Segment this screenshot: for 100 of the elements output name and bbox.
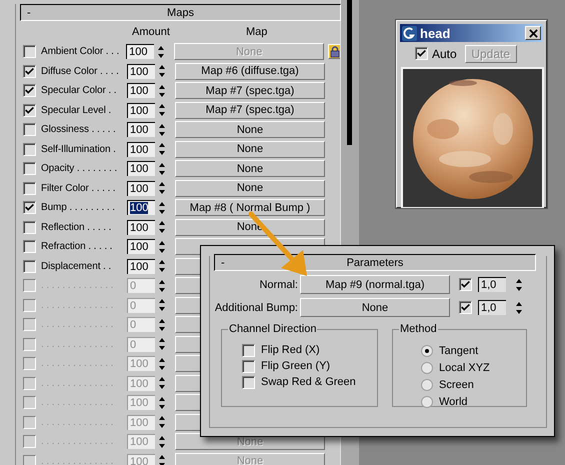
group-title: Method [399,323,438,335]
checkbox[interactable] [23,298,36,312]
map-button[interactable]: None [175,140,325,158]
map-label: . . . . . . . . . . . . . . [41,378,114,389]
spinner-arrows[interactable] [157,141,167,158]
map-label: . . . . . . . . . . . . . . [41,300,114,311]
spinner-arrows[interactable] [157,356,167,372]
map-button[interactable]: None [175,180,325,197]
spinner-arrows[interactable] [157,122,167,138]
checkbox[interactable] [242,344,255,356]
radio-button[interactable] [421,378,433,390]
rollout-title-bar[interactable]: - Parameters [214,254,536,271]
checkbox[interactable] [415,47,428,60]
map-label: . . . . . . . . . . . . . . [41,436,114,448]
amount-field[interactable]: 100 [127,200,155,216]
amount-field[interactable]: 100 [127,64,155,79]
amount-field[interactable]: 100 [127,258,155,274]
checkbox[interactable] [23,416,36,429]
map-label: . . . . . . . . . . . . . . [41,456,114,465]
checkbox[interactable] [23,338,36,351]
map-button[interactable]: Map #9 (normal.tga) [300,275,450,294]
amount-field[interactable]: 100 [127,161,155,176]
spinner-arrows[interactable] [157,278,167,294]
amount-field[interactable]: 100 [126,44,154,60]
lock-icon[interactable] [328,44,341,60]
checkbox[interactable] [23,142,36,156]
spinner-arrows[interactable] [514,276,524,292]
checkbox[interactable] [23,454,36,465]
checkbox[interactable] [23,123,36,136]
checkbox[interactable] [23,162,36,176]
amount-field[interactable]: 1,0 [478,277,506,292]
map-button[interactable]: Map #6 (diffuse.tga) [175,62,325,80]
map-label: Self-Illumination . [41,144,117,155]
spinner-arrows[interactable] [157,219,167,236]
app-icon [402,26,417,40]
map-button[interactable]: Map #8 ( Normal Bump ) [175,199,325,216]
checkbox[interactable] [242,376,255,388]
amount-field[interactable]: 100 [127,122,155,138]
spinner-arrows[interactable] [157,434,167,450]
checkbox[interactable] [23,318,36,332]
map-label: . . . . . . . . . . . . . . [41,358,114,370]
checkbox[interactable] [23,396,36,410]
checkbox[interactable] [459,301,472,314]
checkbox[interactable] [23,240,36,254]
checkbox-label: Auto [432,46,457,60]
spinner-arrows[interactable] [157,200,167,216]
checkbox[interactable] [23,220,36,234]
spinner-arrows[interactable] [157,180,167,196]
map-label: Specular Color . . [41,85,118,96]
spinner-arrows[interactable] [157,316,167,333]
spinner-arrows[interactable] [157,82,167,99]
checkbox[interactable] [459,278,472,291]
radio-label: World [439,396,468,408]
radio-button[interactable] [421,362,433,374]
close-button[interactable] [525,26,541,40]
spinner-arrows[interactable] [514,300,524,316]
spinner-arrows[interactable] [157,258,167,274]
map-button[interactable]: None [175,160,325,178]
checkbox[interactable] [23,182,36,195]
amount-field[interactable]: 100 [127,142,155,157]
spinner-arrows[interactable] [157,336,167,352]
spinner-arrows[interactable] [157,102,167,118]
amount-field[interactable]: 1,0 [478,300,506,315]
collapse-sign: - [26,6,31,18]
checkbox[interactable] [23,45,36,58]
map-label: . . . . . . . . . . . . . . [41,416,114,428]
checkbox[interactable] [23,104,36,117]
map-label: Filter Color . . . . . [41,182,116,194]
map-button[interactable]: Map #7 (spec.tga) [175,82,325,100]
checkbox[interactable] [23,376,36,390]
amount-field[interactable]: 100 [127,180,155,196]
amount-field[interactable]: 100 [127,239,155,254]
checkbox[interactable] [23,64,36,78]
spinner-arrows[interactable] [157,238,167,255]
rollout-title-bar[interactable]: - Maps [20,4,341,21]
checkbox[interactable] [23,201,36,214]
radio-button[interactable] [421,396,433,408]
map-label: Ambient Color . . . [41,46,120,58]
checkbox[interactable] [23,84,36,98]
spinner-arrows[interactable] [157,63,167,80]
amount-field[interactable]: 100 [127,83,155,98]
spinner-arrows[interactable] [157,160,167,177]
map-button[interactable]: None [300,298,450,317]
spinner-arrows[interactable] [157,414,167,430]
map-button[interactable]: Map #7 (spec.tga) [175,102,325,119]
amount-field[interactable]: 100 [127,220,155,235]
map-button[interactable]: None [175,121,325,138]
checkbox[interactable] [23,357,36,370]
spinner-arrows[interactable] [156,44,166,60]
radio-button[interactable] [421,344,433,356]
checkbox[interactable] [23,435,36,448]
checkbox[interactable] [23,260,36,273]
spinner-arrows[interactable] [157,297,167,314]
checkbox[interactable] [242,360,255,372]
checkbox[interactable] [23,279,36,292]
spinner-arrows[interactable] [157,394,167,411]
spinner-arrows[interactable] [157,375,167,392]
amount-field[interactable]: 100 [127,102,155,118]
map-label: . . . . . . . . . . . . . . [41,338,114,350]
spinner-arrows[interactable] [157,453,167,465]
